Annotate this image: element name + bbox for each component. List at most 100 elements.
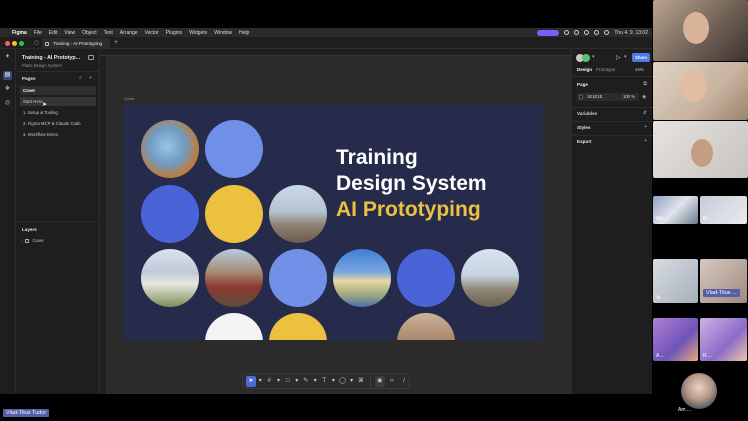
layers-icon[interactable]: ▤ xyxy=(3,71,12,80)
menu-window[interactable]: Window xyxy=(214,30,232,36)
decor-circle xyxy=(269,313,327,340)
participant-video[interactable]: Mo ... xyxy=(653,196,698,224)
layer-item-cover[interactable]: › Cover xyxy=(21,238,44,243)
participant-video[interactable]: Ar ... xyxy=(653,259,698,303)
menu-figma[interactable]: Figma xyxy=(12,30,27,36)
title-line-3: AI Prototyping xyxy=(336,198,481,221)
menu-arrange[interactable]: Arrange xyxy=(120,30,138,36)
minimize-window-button[interactable] xyxy=(12,41,17,46)
menu-text[interactable]: Text xyxy=(104,30,113,36)
menu-file[interactable]: File xyxy=(34,30,42,36)
dev-mode-icon[interactable]: ‹› xyxy=(387,376,397,387)
participant-video[interactable] xyxy=(653,121,748,178)
ai-tool-icon[interactable]: ◉ xyxy=(374,375,385,387)
page-item-setup[interactable]: 1. Setup & Tooling xyxy=(20,108,96,117)
screen-share-pill[interactable] xyxy=(537,29,560,36)
settings-icon[interactable]: ◎ xyxy=(3,99,12,108)
maximize-window-button[interactable] xyxy=(19,41,24,46)
screen: Figma File Edit View Object Text Arrange… xyxy=(0,0,748,421)
participant-video[interactable]: A ... xyxy=(653,318,698,361)
participant-name: A ... xyxy=(656,353,665,359)
page-item-cover[interactable]: Cover xyxy=(20,86,96,95)
menu-widgets[interactable]: Widgets xyxy=(189,30,207,36)
page-opacity[interactable]: 100 % xyxy=(623,93,635,101)
chevron-right-icon[interactable]: › xyxy=(21,238,22,243)
chevron-down-icon[interactable]: ▾ xyxy=(592,54,595,60)
chevron-down-icon[interactable]: ▾ xyxy=(331,376,335,387)
menubar-clock[interactable]: Thu 4. 9. 13:02 xyxy=(614,30,648,36)
cursor-icon: ➤ xyxy=(42,102,48,108)
file-tab-title: Training - AI Prototyping xyxy=(53,41,103,46)
chevron-down-icon[interactable]: ▾ xyxy=(313,376,317,387)
figma-menu-icon[interactable]: ✦ xyxy=(3,53,12,62)
chevron-down-icon[interactable]: ▾ xyxy=(350,376,354,387)
chevron-down-icon[interactable]: ▾ xyxy=(624,54,627,60)
file-tab[interactable]: Training - AI Prototyping xyxy=(42,38,110,49)
participant-video[interactable] xyxy=(653,62,748,120)
frame-tool-icon[interactable]: # xyxy=(264,376,274,387)
macos-menubar: Figma File Edit View Object Text Arrange… xyxy=(0,28,652,37)
file-name[interactable]: Training - AI Prototyp... xyxy=(22,55,80,61)
menu-plugins[interactable]: Plugins xyxy=(166,30,182,36)
add-export-icon[interactable]: + xyxy=(644,138,647,144)
divider xyxy=(572,107,653,108)
new-tab-button[interactable]: + xyxy=(114,38,118,48)
tab-prototype[interactable]: Prototype xyxy=(596,67,615,72)
pen-tool-icon[interactable]: ✎ xyxy=(301,376,311,387)
chevron-down-icon[interactable]: ▾ xyxy=(295,376,299,387)
chevron-down-icon[interactable]: ▾ xyxy=(276,376,280,387)
wifi-icon[interactable] xyxy=(594,30,600,35)
eye-icon[interactable]: ◉ xyxy=(642,94,646,100)
assets-icon[interactable]: ❖ xyxy=(3,85,12,94)
rectangle-tool-icon[interactable]: □ xyxy=(283,376,293,387)
cover-frame[interactable]: Training Design System AI Prototyping xyxy=(124,104,543,340)
opacity-value: 100 xyxy=(623,94,630,99)
frame-label[interactable]: Cover xyxy=(124,96,135,101)
text-tool-icon[interactable]: T xyxy=(319,376,329,387)
panel-toggle-icon[interactable] xyxy=(88,55,94,60)
tab-design[interactable]: Design xyxy=(577,67,592,72)
menu-edit[interactable]: Edit xyxy=(49,30,58,36)
add-style-icon[interactable]: + xyxy=(644,124,647,130)
page-color-field[interactable]: 1E1E1E 100 % xyxy=(577,93,639,101)
move-tool-icon[interactable]: ➤ xyxy=(246,375,257,387)
canvas[interactable]: Cover Training Design System AI Prototyp… xyxy=(100,49,571,394)
menu-view[interactable]: View xyxy=(64,30,75,36)
add-page-icon[interactable]: + xyxy=(89,75,92,81)
comment-tool-icon[interactable]: ◯ xyxy=(337,376,347,387)
chevron-down-icon[interactable]: ▾ xyxy=(258,376,262,387)
project-name[interactable]: Plazo Design System xyxy=(22,63,62,68)
page-color-hex[interactable]: 1E1E1E xyxy=(587,93,602,101)
menubar-status-area: Thu 4. 9. 13:02 xyxy=(537,28,648,37)
actions-icon[interactable]: ⌘ xyxy=(356,376,366,387)
page-item-workflow[interactable]: 3. Workflow Demo xyxy=(20,130,96,139)
share-button[interactable]: Share xyxy=(632,53,650,62)
participant-name-tag: Vlad-Titus ... xyxy=(703,289,740,297)
close-window-button[interactable] xyxy=(5,41,10,46)
decor-circle xyxy=(205,185,263,243)
control-center-icon[interactable] xyxy=(604,30,610,35)
participant-video[interactable]: M ... xyxy=(700,196,747,224)
styles-icon[interactable]: ⧉ xyxy=(643,81,647,87)
presenter-name-tag: Vlad-Titus Tudor xyxy=(3,409,50,417)
search-icon[interactable]: ⌕ xyxy=(79,75,82,81)
present-icon[interactable]: ▷ xyxy=(616,54,621,61)
avatar[interactable] xyxy=(582,54,590,62)
zoom-level[interactable]: 44% xyxy=(635,67,644,72)
participant-video[interactable]: R ... xyxy=(700,318,747,361)
code-icon[interactable]: / xyxy=(399,376,409,387)
menu-help[interactable]: Help xyxy=(239,30,249,36)
page-item-start-here[interactable]: Start Here xyxy=(20,97,96,106)
variables-icon[interactable]: ⇵ xyxy=(643,110,647,116)
status-icon[interactable] xyxy=(584,30,590,35)
status-icon[interactable] xyxy=(574,30,580,35)
home-icon[interactable]: ▢ xyxy=(34,40,39,46)
menu-object[interactable]: Object xyxy=(82,30,96,36)
participant-video[interactable] xyxy=(653,0,748,61)
status-icon[interactable] xyxy=(564,30,570,35)
menu-vector[interactable]: Vector xyxy=(145,30,159,36)
avatar[interactable] xyxy=(681,373,717,409)
participant-video-active[interactable]: Vlad-Titus ... xyxy=(700,259,747,303)
color-swatch[interactable] xyxy=(579,95,583,99)
page-item-mcp[interactable]: 2. Figma MCP & Claude Code xyxy=(20,119,96,128)
